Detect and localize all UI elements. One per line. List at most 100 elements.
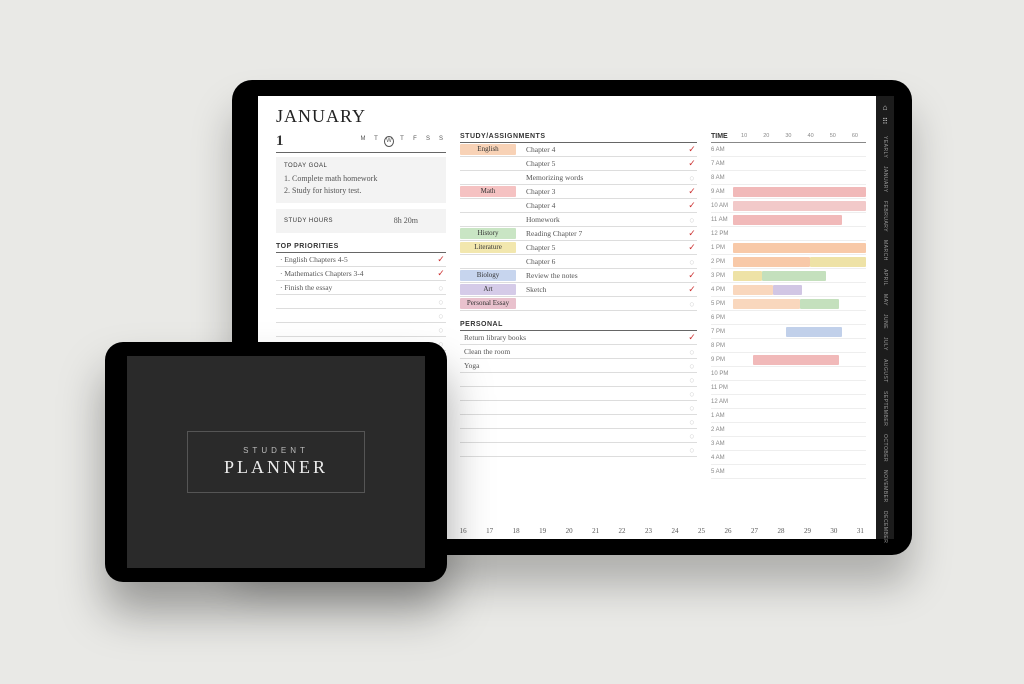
- time-bar-area[interactable]: [733, 213, 866, 226]
- time-bar-area[interactable]: [733, 311, 866, 324]
- check-icon[interactable]: ○: [687, 389, 697, 399]
- check-icon[interactable]: ✓: [687, 270, 697, 281]
- sidebar-tab[interactable]: OCTOBER: [882, 430, 888, 466]
- today-goal-box[interactable]: TODAY GOAL 1. Complete math homework 2. …: [276, 157, 446, 203]
- time-bar-area[interactable]: [733, 409, 866, 422]
- sidebar-tab[interactable]: JUNE: [882, 310, 888, 333]
- weekday[interactable]: F: [410, 136, 420, 147]
- sidebar-tab[interactable]: FEBRUARY: [882, 197, 888, 236]
- check-icon[interactable]: ✓: [687, 158, 697, 169]
- weekday[interactable]: S: [423, 136, 433, 147]
- home-icon[interactable]: ⌂: [883, 104, 888, 112]
- list-item[interactable]: ○: [460, 415, 697, 429]
- check-icon[interactable]: ○: [687, 375, 697, 385]
- time-bar-area[interactable]: [733, 157, 866, 170]
- list-item[interactable]: ○: [276, 309, 446, 323]
- weekday[interactable]: T: [397, 136, 407, 147]
- calendar-day[interactable]: 18: [513, 527, 520, 535]
- list-item[interactable]: ○: [460, 387, 697, 401]
- sidebar-tab[interactable]: MARCH: [882, 236, 888, 265]
- calendar-day[interactable]: 21: [592, 527, 599, 535]
- list-item[interactable]: · Mathematics Chapters 3-4✓: [276, 267, 446, 281]
- calendar-day[interactable]: 26: [724, 527, 731, 535]
- calendar-day[interactable]: 22: [619, 527, 626, 535]
- study-hours-box[interactable]: STUDY HOURS 8h 20m: [276, 209, 446, 233]
- calendar-day[interactable]: 24: [672, 527, 679, 535]
- check-icon[interactable]: ○: [436, 325, 446, 335]
- sidebar-tab[interactable]: JANUARY: [882, 162, 888, 197]
- weekday[interactable]: T: [371, 136, 381, 147]
- list-item[interactable]: · English Chapters 4-5✓: [276, 253, 446, 267]
- list-item[interactable]: Yoga○: [460, 359, 697, 373]
- time-bar-area[interactable]: [733, 451, 866, 464]
- sidebar-tab[interactable]: YEARLY: [882, 132, 888, 162]
- check-icon[interactable]: ✓: [687, 332, 697, 343]
- sidebar-tab[interactable]: NOVEMBER: [882, 466, 888, 507]
- check-icon[interactable]: ✓: [436, 268, 446, 279]
- list-item[interactable]: Homework○: [460, 213, 697, 227]
- weekday[interactable]: S: [436, 136, 446, 147]
- calendar-day[interactable]: 19: [539, 527, 546, 535]
- calendar-day[interactable]: 23: [645, 527, 652, 535]
- sidebar-tab[interactable]: JULY: [882, 333, 888, 355]
- check-icon[interactable]: ○: [687, 347, 697, 357]
- check-icon[interactable]: ○: [687, 215, 697, 225]
- time-bar-area[interactable]: [733, 283, 866, 296]
- sidebar-tab[interactable]: AUGUST: [882, 355, 888, 387]
- weekday[interactable]: W: [384, 136, 394, 147]
- calendar-day[interactable]: 17: [486, 527, 493, 535]
- calendar-day[interactable]: 30: [830, 527, 837, 535]
- sidebar-tab[interactable]: APRIL: [882, 265, 888, 290]
- list-item[interactable]: ○: [460, 429, 697, 443]
- time-bar-area[interactable]: [733, 367, 866, 380]
- list-item[interactable]: · Finish the essay○: [276, 281, 446, 295]
- sidebar-tab[interactable]: DECEMBER: [882, 507, 888, 547]
- time-bar-area[interactable]: [733, 353, 866, 366]
- time-bar-area[interactable]: [733, 171, 866, 184]
- time-bar-area[interactable]: [733, 199, 866, 212]
- check-icon[interactable]: ○: [687, 403, 697, 413]
- check-icon[interactable]: ○: [687, 361, 697, 371]
- check-icon[interactable]: ○: [687, 257, 697, 267]
- check-icon[interactable]: ✓: [687, 242, 697, 253]
- list-item[interactable]: Clean the room○: [460, 345, 697, 359]
- time-bar-area[interactable]: [733, 395, 866, 408]
- list-item[interactable]: ○: [460, 443, 697, 457]
- check-icon[interactable]: ○: [687, 445, 697, 455]
- check-icon[interactable]: ✓: [436, 254, 446, 265]
- list-item[interactable]: Personal Essay○: [460, 297, 697, 311]
- list-item[interactable]: Return library books✓: [460, 331, 697, 345]
- calendar-day[interactable]: 16: [460, 527, 467, 535]
- check-icon[interactable]: ○: [436, 297, 446, 307]
- calendar-day[interactable]: 25: [698, 527, 705, 535]
- list-item[interactable]: ArtSketch✓: [460, 283, 697, 297]
- check-icon[interactable]: ○: [436, 283, 446, 293]
- sidebar-tab[interactable]: MAY: [882, 290, 888, 310]
- time-bar-area[interactable]: [733, 297, 866, 310]
- list-item[interactable]: ○: [276, 295, 446, 309]
- check-icon[interactable]: ○: [687, 299, 697, 309]
- list-item[interactable]: EnglishChapter 4✓: [460, 143, 697, 157]
- grid-icon[interactable]: ⠿: [882, 118, 888, 126]
- check-icon[interactable]: ○: [687, 431, 697, 441]
- check-icon[interactable]: ✓: [687, 228, 697, 239]
- time-bar-area[interactable]: [733, 185, 866, 198]
- time-bar-area[interactable]: [733, 381, 866, 394]
- check-icon[interactable]: ✓: [687, 284, 697, 295]
- list-item[interactable]: Chapter 5✓: [460, 157, 697, 171]
- list-item[interactable]: Chapter 4✓: [460, 199, 697, 213]
- time-bar-area[interactable]: [733, 465, 866, 478]
- time-bar-area[interactable]: [733, 325, 866, 338]
- list-item[interactable]: MathChapter 3✓: [460, 185, 697, 199]
- list-item[interactable]: LiteratureChapter 5✓: [460, 241, 697, 255]
- calendar-day[interactable]: 29: [804, 527, 811, 535]
- time-bar-area[interactable]: [733, 269, 866, 282]
- calendar-day[interactable]: 31: [857, 527, 864, 535]
- list-item[interactable]: BiologyReview the notes✓: [460, 269, 697, 283]
- time-bar-area[interactable]: [733, 437, 866, 450]
- check-icon[interactable]: ✓: [687, 186, 697, 197]
- list-item[interactable]: Chapter 6○: [460, 255, 697, 269]
- check-icon[interactable]: ✓: [687, 200, 697, 211]
- weekday[interactable]: M: [358, 136, 368, 147]
- time-bar-area[interactable]: [733, 227, 866, 240]
